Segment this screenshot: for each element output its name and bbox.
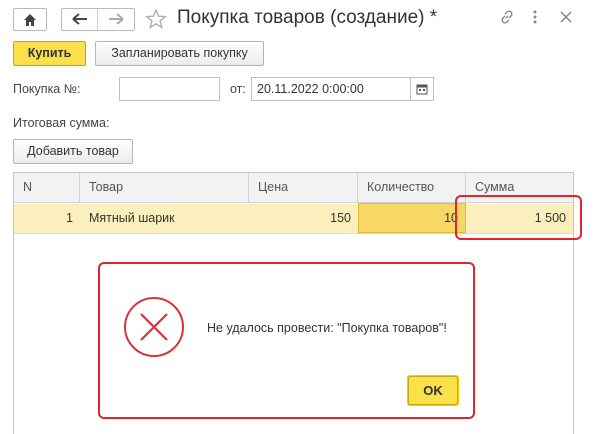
cell-price[interactable]: 150	[249, 204, 358, 233]
plan-purchase-button[interactable]: Запланировать покупку	[95, 41, 264, 66]
error-message: Не удалось провести: "Покупка товаров"!	[207, 321, 447, 335]
sum-highlight-frame	[455, 195, 582, 240]
date-field[interactable]: 20.11.2022 0:00:00	[251, 77, 411, 101]
home-button[interactable]	[13, 8, 47, 31]
back-button[interactable]	[62, 9, 98, 30]
ok-button[interactable]: OK	[408, 376, 458, 405]
nav-buttons	[61, 8, 135, 31]
cell-n[interactable]: 1	[14, 204, 80, 233]
error-icon	[124, 297, 184, 357]
purchase-number-field[interactable]	[119, 77, 220, 101]
star-icon[interactable]	[145, 8, 167, 30]
close-icon[interactable]	[559, 10, 573, 24]
total-label: Итоговая сумма:	[13, 116, 110, 130]
calendar-icon	[416, 84, 428, 95]
back-arrow-icon	[72, 13, 87, 25]
cell-product[interactable]: Мятный шарик	[80, 204, 249, 233]
column-header-price[interactable]: Цена	[249, 173, 358, 203]
cell-qty-editing[interactable]: 10	[358, 203, 466, 233]
link-icon[interactable]	[499, 9, 515, 25]
date-label: от:	[230, 82, 246, 96]
calendar-button[interactable]	[410, 77, 434, 101]
purchase-number-label: Покупка №:	[13, 82, 81, 96]
forward-button[interactable]	[99, 9, 135, 30]
page-title: Покупка товаров (создание) *	[177, 7, 438, 28]
error-dialog: Не удалось провести: "Покупка товаров"! …	[98, 262, 475, 419]
column-header-n[interactable]: N	[14, 173, 80, 203]
column-header-qty[interactable]: Количество	[358, 173, 466, 203]
home-icon	[24, 14, 36, 26]
column-header-product[interactable]: Товар	[80, 173, 249, 203]
more-icon[interactable]	[531, 9, 539, 25]
add-item-button[interactable]: Добавить товар	[13, 139, 133, 164]
buy-button[interactable]: Купить	[13, 41, 86, 66]
forward-arrow-icon	[109, 13, 124, 25]
